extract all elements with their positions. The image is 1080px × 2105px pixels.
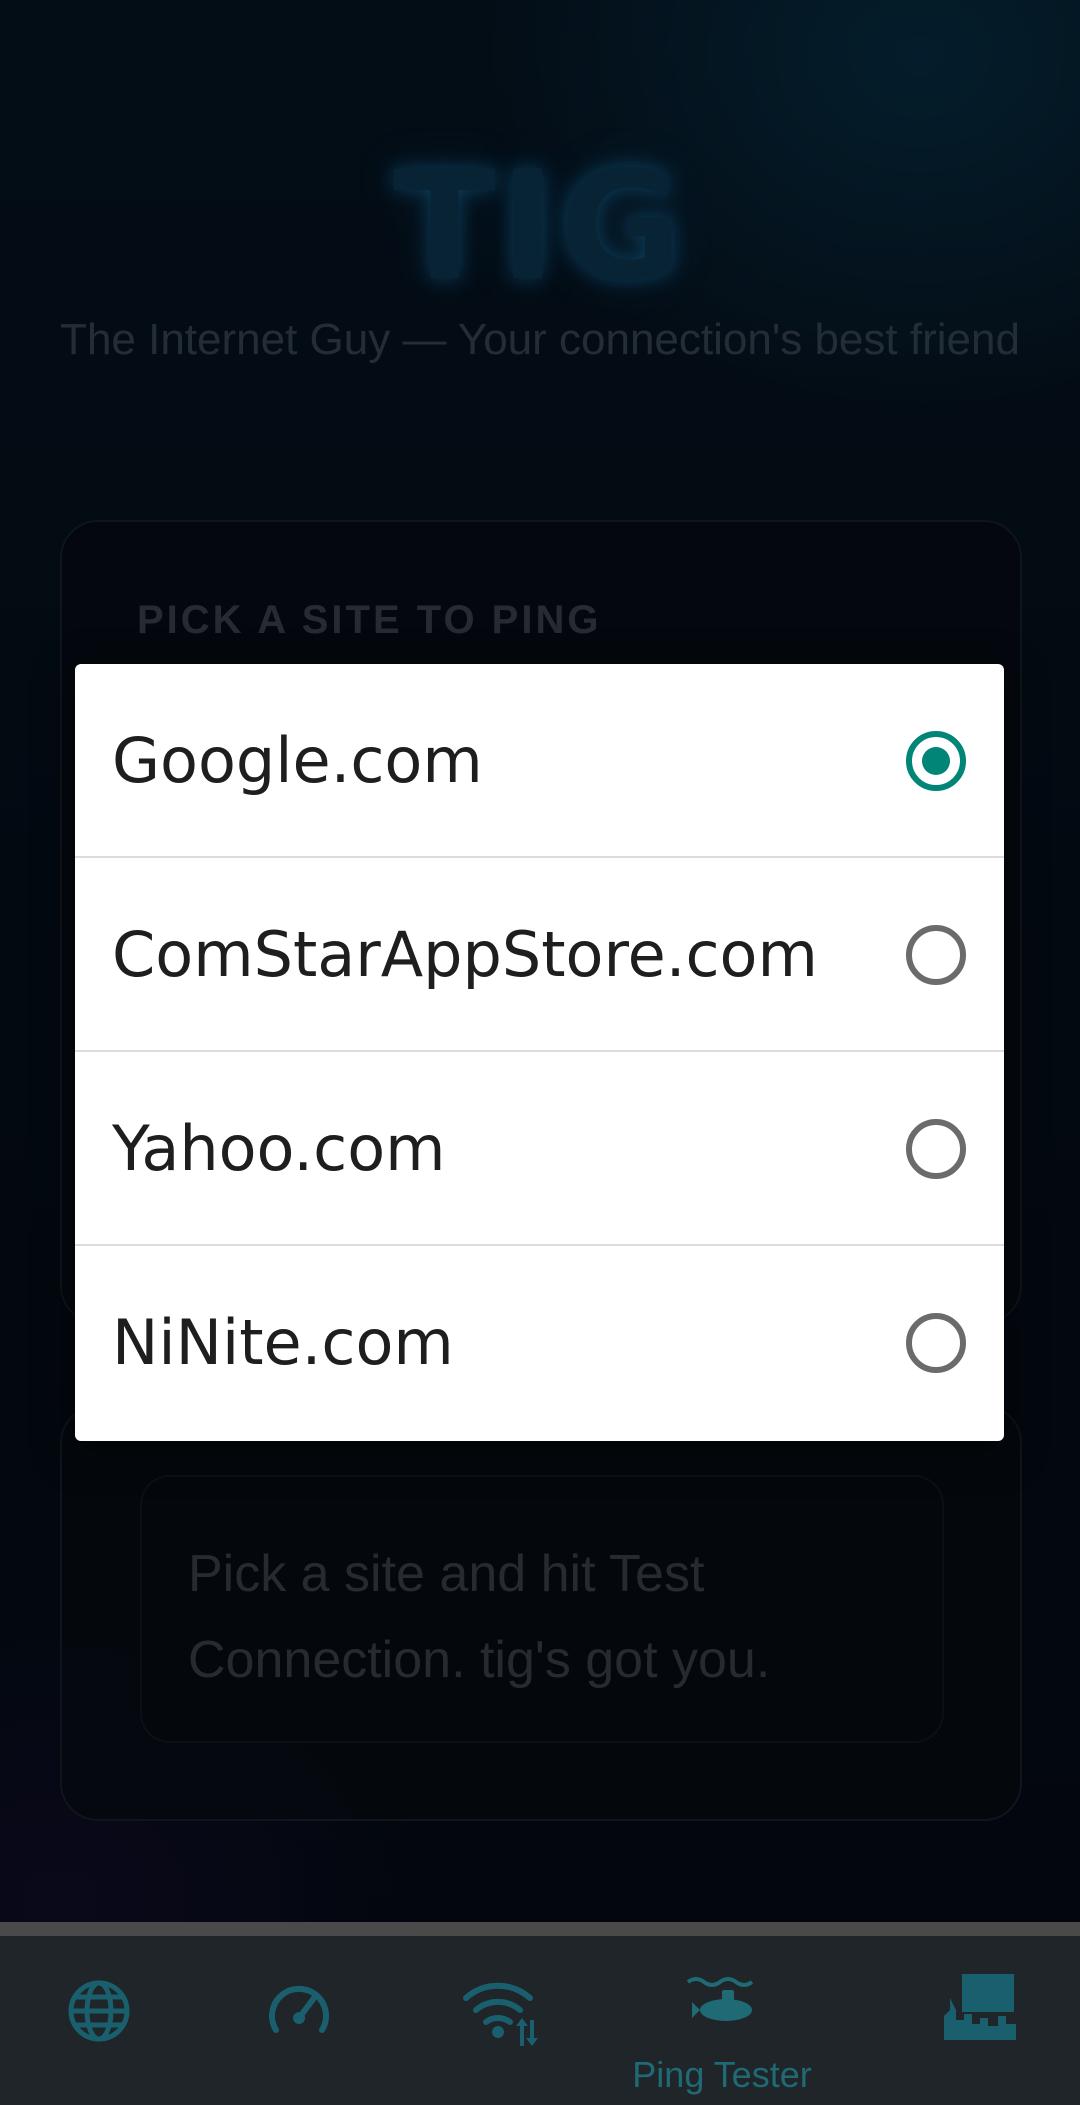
nav-item-globe[interactable] <box>40 1936 160 2105</box>
nav-label-ping-tester: Ping Tester <box>632 2054 812 2095</box>
radio-unchecked-icon[interactable] <box>906 925 966 985</box>
site-option-label: NiNite.com <box>112 1306 454 1379</box>
nav-item-speed[interactable] <box>240 1936 360 2105</box>
radio-checked-icon[interactable] <box>906 731 966 791</box>
speedometer-icon <box>269 1985 329 2033</box>
bottom-nav-divider <box>0 1922 1080 1936</box>
globe-icon <box>68 1980 130 2042</box>
radio-unchecked-icon[interactable] <box>906 1119 966 1179</box>
radio-unchecked-icon[interactable] <box>906 1313 966 1373</box>
nav-item-city[interactable] <box>920 1936 1040 2105</box>
site-option-comstarappstore[interactable]: ComStarAppStore.com <box>75 858 1004 1052</box>
nav-item-ping-tester[interactable]: Ping Tester <box>612 1936 832 2105</box>
wifi-transfer-icon <box>463 1982 538 2046</box>
site-option-label: ComStarAppStore.com <box>112 918 818 991</box>
site-option-google[interactable]: Google.com <box>75 664 1004 858</box>
city-icon <box>944 1974 1016 2040</box>
submarine-icon <box>686 1977 754 2021</box>
bottom-nav: Ping Tester <box>0 1936 1080 2105</box>
site-option-yahoo[interactable]: Yahoo.com <box>75 1052 1004 1246</box>
site-option-label: Yahoo.com <box>112 1112 446 1185</box>
nav-item-wifi[interactable] <box>440 1936 560 2105</box>
site-option-ninite[interactable]: NiNite.com <box>75 1246 1004 1440</box>
site-picker-dialog: Google.com ComStarAppStore.com Yahoo.com… <box>75 664 1004 1441</box>
site-option-label: Google.com <box>112 724 483 797</box>
